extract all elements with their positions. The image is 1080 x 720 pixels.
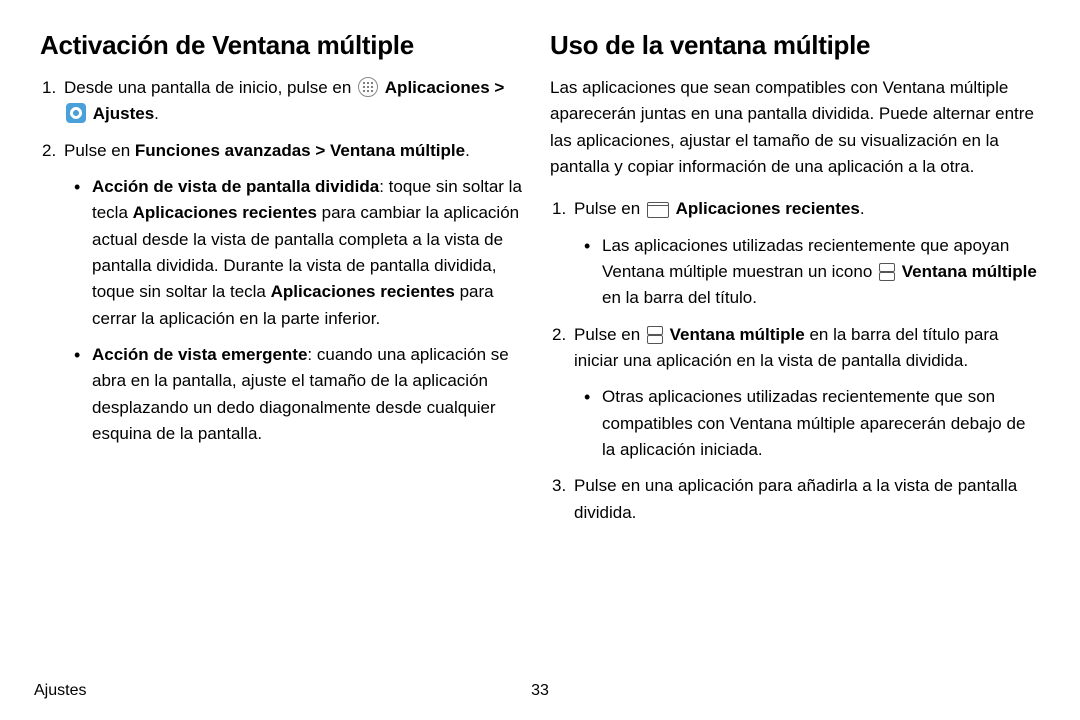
step-number: 1. bbox=[552, 196, 566, 222]
left-steps: 1. Desde una pantalla de inicio, pulse e… bbox=[40, 75, 530, 447]
right-steps: 1. Pulse en Aplicaciones recientes. Las … bbox=[550, 196, 1040, 526]
left-step-2: 2. Pulse en Funciones avanzadas > Ventan… bbox=[64, 138, 530, 448]
bold: Acción de vista de pantalla dividida bbox=[92, 177, 379, 196]
bold: Acción de vista emergente bbox=[92, 345, 307, 364]
bullet-other-apps: Otras aplicaciones utilizadas recienteme… bbox=[602, 384, 1040, 463]
footer-section-label: Ajustes bbox=[34, 682, 86, 700]
right-step-3: 3. Pulse en una aplicación para añadirla… bbox=[574, 473, 1040, 526]
step-number: 2. bbox=[552, 322, 566, 348]
bullet-multi-icon-note: Las aplicaciones utilizadas recientement… bbox=[602, 233, 1040, 312]
step-number: 1. bbox=[42, 75, 56, 101]
bullet-split-view: Acción de vista de pantalla dividida: to… bbox=[92, 174, 530, 332]
bold: Ventana múltiple bbox=[670, 325, 805, 344]
settings-gear-icon bbox=[66, 103, 86, 123]
left-step-1: 1. Desde una pantalla de inicio, pulse e… bbox=[64, 75, 530, 128]
right-step-1: 1. Pulse en Aplicaciones recientes. Las … bbox=[574, 196, 1040, 311]
apps-grid-icon bbox=[358, 77, 378, 97]
bold: Ventana múltiple bbox=[902, 262, 1037, 281]
text: Otras aplicaciones utilizadas recienteme… bbox=[602, 387, 1025, 459]
text: Pulse en bbox=[64, 141, 135, 160]
right-s1-bullets: Las aplicaciones utilizadas recientement… bbox=[574, 233, 1040, 312]
intro-paragraph: Las aplicaciones que sean compatibles co… bbox=[550, 75, 1040, 180]
settings-label: Ajustes bbox=[93, 104, 154, 123]
step-number: 3. bbox=[552, 473, 566, 499]
right-column: Uso de la ventana múltiple Las aplicacio… bbox=[540, 30, 1050, 700]
manual-page: Activación de Ventana múltiple 1. Desde … bbox=[0, 0, 1080, 720]
text: Pulse en bbox=[574, 325, 645, 344]
period: . bbox=[860, 199, 865, 218]
bold: Aplicaciones recientes bbox=[271, 282, 455, 301]
period: . bbox=[154, 104, 159, 123]
text: Pulse en bbox=[574, 199, 645, 218]
multi-window-icon bbox=[647, 326, 663, 344]
heading-usage: Uso de la ventana múltiple bbox=[550, 30, 1040, 61]
multi-window-icon bbox=[879, 263, 895, 281]
bold: Aplicaciones recientes bbox=[676, 199, 860, 218]
step-number: 2. bbox=[42, 138, 56, 164]
arrow: > bbox=[311, 141, 330, 160]
recent-apps-icon bbox=[647, 202, 669, 218]
right-s2-bullets: Otras aplicaciones utilizadas recienteme… bbox=[574, 384, 1040, 463]
footer-page-number: 33 bbox=[531, 682, 549, 700]
period: . bbox=[465, 141, 470, 160]
bullet-popup-view: Acción de vista emergente: cuando una ap… bbox=[92, 342, 530, 447]
bold: Ventana múltiple bbox=[330, 141, 465, 160]
bold: Funciones avanzadas bbox=[135, 141, 311, 160]
left-column: Activación de Ventana múltiple 1. Desde … bbox=[30, 30, 540, 700]
text: en la barra del título. bbox=[602, 288, 757, 307]
arrow: > bbox=[490, 78, 505, 97]
heading-activation: Activación de Ventana múltiple bbox=[40, 30, 530, 61]
text: Desde una pantalla de inicio, pulse en bbox=[64, 78, 356, 97]
right-step-2: 2. Pulse en Ventana múltiple en la barra… bbox=[574, 322, 1040, 464]
apps-label: Aplicaciones bbox=[385, 78, 490, 97]
text: Pulse en una aplicación para añadirla a … bbox=[574, 476, 1017, 521]
left-sub-bullets: Acción de vista de pantalla dividida: to… bbox=[64, 174, 530, 447]
bold: Aplicaciones recientes bbox=[133, 203, 317, 222]
